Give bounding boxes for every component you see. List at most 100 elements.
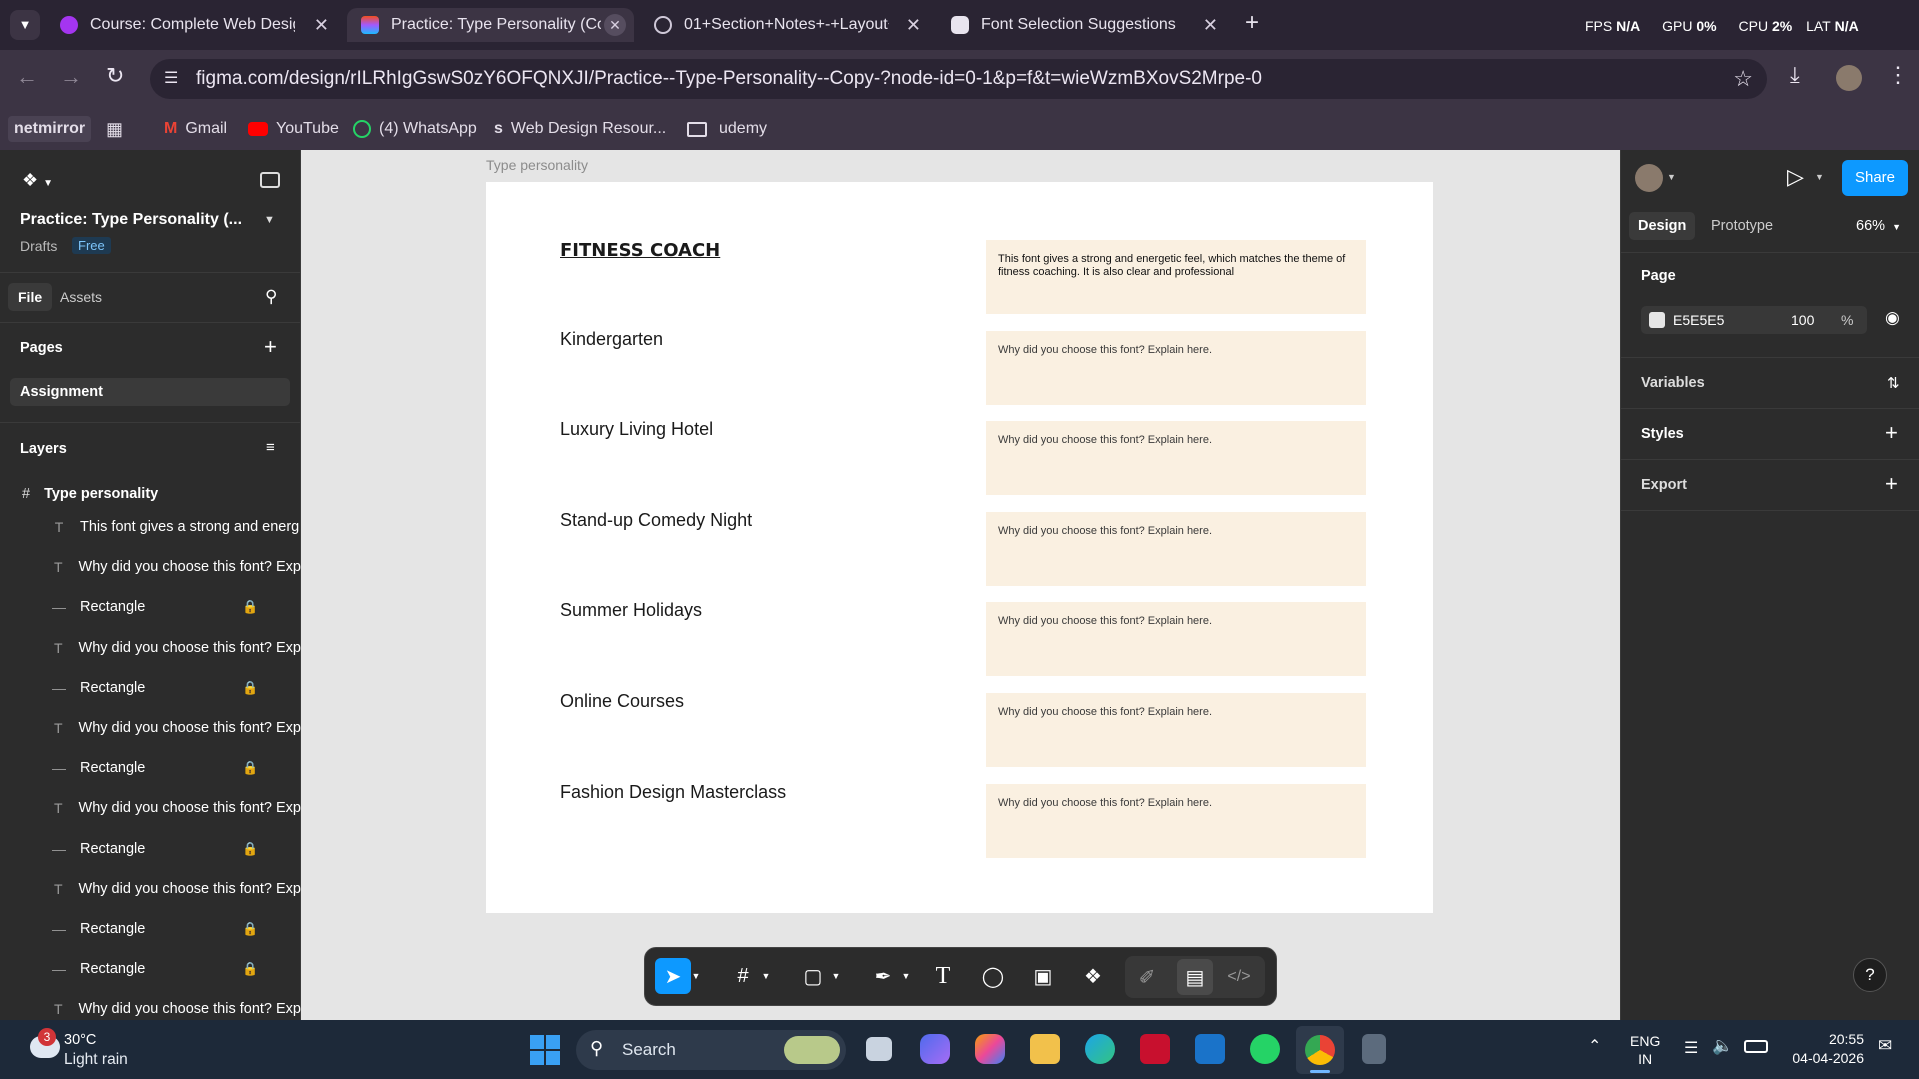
new-tab-button[interactable]: +	[1245, 9, 1259, 37]
browser-menu-icon[interactable]: ⋮	[1887, 62, 1909, 88]
chevron-down-icon[interactable]: ▼	[687, 958, 705, 994]
variables-label[interactable]: Variables	[1641, 375, 1705, 391]
add-page-icon[interactable]: +	[264, 334, 277, 360]
pen-tool-icon[interactable]: ✒	[865, 958, 901, 994]
page-color-field[interactable]: E5E5E5 100 %	[1641, 306, 1867, 334]
explanation-box[interactable]: Why did you choose this font? Explain he…	[986, 511, 1366, 586]
design-mode-icon[interactable]: ▤	[1177, 959, 1213, 995]
browser-tab[interactable]: 01+Section+Notes+-+Layout+ ✕	[644, 8, 929, 42]
brand-heading[interactable]: Online Courses	[560, 691, 684, 712]
zoom-dropdown[interactable]: 66% ▼	[1856, 218, 1901, 234]
brand-heading[interactable]: Stand-up Comedy Night	[560, 510, 752, 531]
rectangle-tool-icon[interactable]: ▢	[795, 958, 831, 994]
close-tab-icon[interactable]: ✕	[1203, 15, 1218, 36]
comment-tool-icon[interactable]: ◯	[975, 958, 1011, 994]
bookmark-netmirror[interactable]: netmirror	[8, 116, 92, 142]
calculator-icon[interactable]	[1362, 1034, 1386, 1064]
close-tab-icon[interactable]: ✕	[604, 14, 626, 36]
lock-icon[interactable]: 🔒	[242, 599, 258, 615]
explanation-box[interactable]: Why did you choose this font? Explain he…	[986, 421, 1366, 496]
file-title[interactable]: Practice: Type Personality (...	[20, 211, 242, 229]
layer-rectangle[interactable]: — Rectangle 🔒	[0, 672, 301, 704]
clock[interactable]: 20:55 04-04-2026	[1784, 1030, 1864, 1068]
task-view-icon[interactable]	[866, 1037, 892, 1061]
apps-grid-icon[interactable]: ▦	[106, 116, 123, 142]
chevron-down-icon[interactable]: ▼	[264, 214, 275, 226]
browser-tab[interactable]: Course: Complete Web Design: ✕	[52, 8, 337, 42]
back-arrow-icon[interactable]: ←	[16, 64, 38, 90]
layer-frame-type-personality[interactable]: # Type personality	[0, 478, 301, 510]
site-settings-icon[interactable]: ☰	[164, 59, 178, 99]
explanation-box[interactable]: This font gives a strong and energetic f…	[986, 240, 1366, 314]
figma-main-menu-icon[interactable]: ❖ ▼	[22, 170, 53, 191]
copilot-app-icon[interactable]	[920, 1034, 950, 1064]
layer-text[interactable]: T Why did you choose this font? Exp	[0, 873, 301, 905]
lock-icon[interactable]: 🔒	[242, 961, 258, 977]
lock-icon[interactable]: 🔒	[242, 921, 258, 937]
copilot-365-icon[interactable]	[975, 1034, 1005, 1064]
bookmark-youtube[interactable]: YouTube	[248, 116, 339, 142]
edge-browser-icon[interactable]	[1085, 1034, 1115, 1064]
resources-tool-icon[interactable]: ▣	[1025, 958, 1061, 994]
bookmark-folder-udemy[interactable]: udemy	[687, 116, 767, 142]
tab-design[interactable]: Design	[1629, 212, 1696, 240]
brand-heading[interactable]: Summer Holidays	[560, 600, 702, 621]
draw-mode-icon[interactable]: ✐	[1129, 959, 1165, 995]
battery-icon[interactable]	[1744, 1040, 1768, 1053]
browser-tab[interactable]: Font Selection Suggestions ✕	[941, 8, 1226, 42]
layer-rectangle[interactable]: — Rectangle 🔒	[0, 953, 301, 985]
color-swatch[interactable]	[1649, 312, 1665, 328]
tab-file[interactable]: File	[8, 283, 53, 311]
actions-tool-icon[interactable]: ❖	[1075, 958, 1111, 994]
frame-label[interactable]: Type personality	[486, 157, 588, 173]
mcafee-icon[interactable]	[1140, 1034, 1170, 1064]
wifi-icon[interactable]: ☰	[1684, 1038, 1698, 1058]
outlook-icon[interactable]	[1195, 1034, 1225, 1064]
dev-mode-icon[interactable]: </>	[1221, 959, 1257, 995]
download-icon[interactable]: ⤓	[1790, 62, 1800, 88]
variables-settings-icon[interactable]: ⇅	[1887, 374, 1900, 392]
bookmark-star-icon[interactable]: ☆	[1733, 59, 1753, 99]
chrome-taskbar-active[interactable]	[1296, 1026, 1344, 1074]
brand-heading[interactable]: Fashion Design Masterclass	[560, 782, 786, 803]
forward-arrow-icon[interactable]: →	[60, 64, 82, 90]
whatsapp-icon[interactable]	[1250, 1034, 1280, 1064]
brand-heading[interactable]: FITNESS COACH	[560, 240, 720, 261]
layer-text[interactable]: T Why did you choose this font? Exp	[0, 792, 301, 824]
weather-widget[interactable]: 3 30°C Light rain	[24, 1028, 184, 1070]
chevron-down-icon[interactable]: ▼	[897, 958, 915, 994]
add-export-icon[interactable]: +	[1885, 471, 1898, 497]
close-tab-icon[interactable]: ✕	[906, 15, 921, 36]
frame-tool-icon[interactable]: #	[725, 958, 761, 994]
show-hidden-icons-chevron[interactable]: ⌃	[1588, 1036, 1601, 1056]
page-item-assignment[interactable]: Assignment	[10, 378, 290, 406]
address-bar[interactable]: ☰ figma.com/design/rILRhIgGswS0zY6OFQNXJ…	[150, 59, 1767, 99]
explanation-box[interactable]: Why did you choose this font? Explain he…	[986, 693, 1366, 767]
file-explorer-icon[interactable]	[1030, 1034, 1060, 1064]
help-button[interactable]: ?	[1853, 958, 1887, 992]
layer-list-options-icon[interactable]: ≡	[266, 439, 275, 456]
search-icon[interactable]: ⚲	[265, 287, 277, 307]
tab-prototype[interactable]: Prototype	[1711, 218, 1773, 234]
lock-icon[interactable]: 🔒	[242, 680, 258, 696]
share-button[interactable]: Share	[1842, 160, 1908, 196]
chevron-down-icon[interactable]: ▼	[1815, 172, 1824, 182]
bookmark-web-design-resources[interactable]: s Web Design Resour...	[494, 116, 666, 142]
browser-tab-active[interactable]: Practice: Type Personality (Copy ✕	[347, 8, 634, 42]
volume-icon[interactable]: 🔈	[1712, 1036, 1733, 1056]
chevron-down-icon[interactable]: ▼	[757, 958, 775, 994]
layer-rectangle[interactable]: — Rectangle 🔒	[0, 833, 301, 865]
layer-text[interactable]: T Why did you choose this font? Exp	[0, 632, 301, 664]
layer-rectangle[interactable]: — Rectangle 🔒	[0, 913, 301, 945]
chevron-down-icon[interactable]: ▼	[1667, 172, 1676, 182]
explanation-box[interactable]: Why did you choose this font? Explain he…	[986, 783, 1366, 858]
close-tab-icon[interactable]: ✕	[314, 15, 329, 36]
user-avatar[interactable]	[1635, 164, 1663, 192]
frame-type-personality[interactable]: FITNESS COACH This font gives a strong an…	[486, 182, 1433, 913]
taskbar-search-box[interactable]: ⚲ Search	[576, 1030, 846, 1070]
toggle-sidebar-icon[interactable]	[260, 172, 280, 188]
lock-icon[interactable]: 🔒	[242, 841, 258, 857]
move-tool-icon[interactable]: ➤	[655, 958, 691, 994]
reload-icon[interactable]: ↻	[106, 63, 124, 89]
add-style-icon[interactable]: +	[1885, 420, 1898, 446]
